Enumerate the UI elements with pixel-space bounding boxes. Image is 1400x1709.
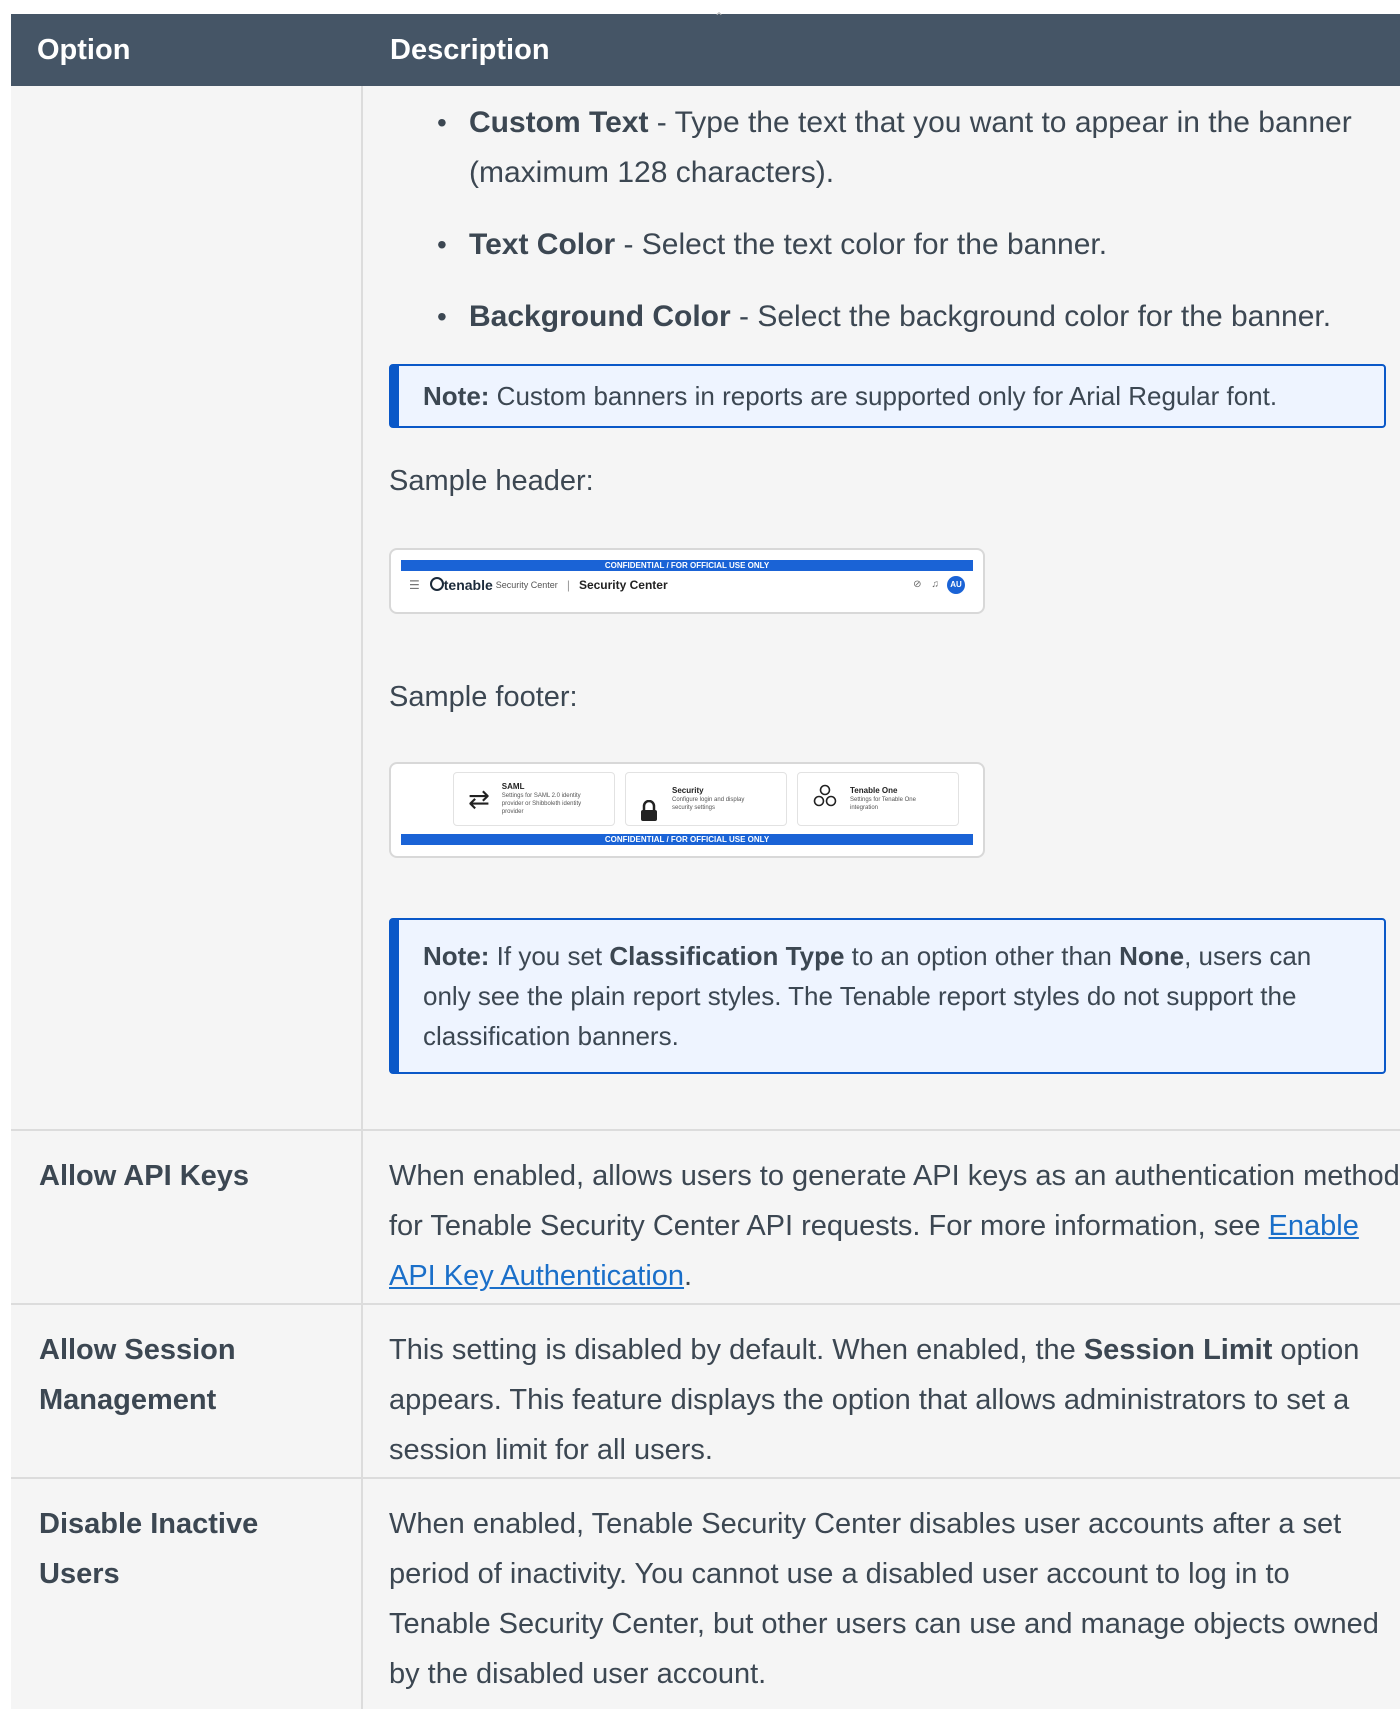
saml-card: ⇄ SAML Settings for SAML 2.0 identity pr… <box>453 772 615 826</box>
classification-banner: CONFIDENTIAL / FOR OFFICIAL USE ONLY <box>401 834 973 845</box>
list-item: Custom Text - Type the text that you wan… <box>389 98 1400 198</box>
description-cell: This setting is disabled by default. Whe… <box>389 1334 1360 1466</box>
option-cell <box>11 86 363 1129</box>
menu-icon: ☰ <box>409 578 420 592</box>
list-item: Background Color - Select the background… <box>389 292 1400 342</box>
sample-header-image: CONFIDENTIAL / FOR OFFICIAL USE ONLY ☰ t… <box>389 548 985 614</box>
help-icon: ⊘ <box>913 579 922 590</box>
security-card: Security Configure login and display sec… <box>625 772 787 826</box>
note-callout: Note: If you set Classification Type to … <box>389 918 1386 1074</box>
option-cell: Allow Session Management <box>11 1305 363 1477</box>
bullet-list: Custom Text - Type the text that you wan… <box>389 98 1400 342</box>
sample-footer-image: ⇄ SAML Settings for SAML 2.0 identity pr… <box>389 762 985 858</box>
brand-subtitle: Security Center <box>495 580 558 590</box>
table-row: Disable Inactive Users When enabled, Ten… <box>11 1479 1400 1709</box>
app-title: Security Center <box>578 578 668 592</box>
option-cell: Disable Inactive Users <box>11 1479 363 1709</box>
note-callout: Note: Custom banners in reports are supp… <box>389 364 1386 428</box>
lock-icon <box>640 788 658 821</box>
options-table: ⌃ Option Description Custom Text - Type … <box>11 10 1400 1709</box>
settings-cards: ⇄ SAML Settings for SAML 2.0 identity pr… <box>401 764 973 828</box>
table-row: Allow API Keys When enabled, allows user… <box>11 1131 1400 1305</box>
description-cell: When enabled, Tenable Security Center di… <box>389 1508 1379 1690</box>
sample-topbar: ☰ tenable Security Center | Security Cen… <box>401 571 973 599</box>
list-item: Text Color - Select the text color for t… <box>389 220 1400 270</box>
bell-icon: ♫ <box>931 579 940 590</box>
option-cell: Allow API Keys <box>11 1131 363 1303</box>
table-row: Custom Text - Type the text that you wan… <box>11 86 1400 1131</box>
table-row: Allow Session Management This setting is… <box>11 1305 1400 1479</box>
tenable-one-card: Tenable One Settings for Tenable One int… <box>797 772 959 826</box>
logo-ring-icon <box>429 577 444 591</box>
hexagons-icon <box>812 774 838 824</box>
description-cell: When enabled, allows users to generate A… <box>389 1160 1400 1292</box>
tenable-logo: tenable <box>429 560 493 610</box>
header-description: Description <box>390 33 550 66</box>
avatar: AU <box>947 576 965 594</box>
close-icon: ⌃ <box>714 10 725 24</box>
sample-footer-label: Sample footer: <box>389 681 578 713</box>
divider: | <box>566 578 570 592</box>
description-cell: Custom Text - Type the text that you wan… <box>363 86 1400 1129</box>
table-header: Option Description <box>11 14 1400 86</box>
swap-arrows-icon: ⇄ <box>468 784 490 814</box>
sample-header-label: Sample header: <box>389 465 594 497</box>
header-option: Option <box>37 33 131 66</box>
